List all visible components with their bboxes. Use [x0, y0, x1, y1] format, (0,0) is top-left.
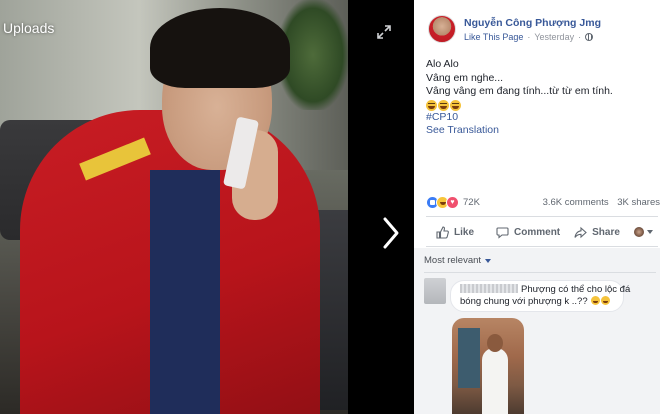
post-photo[interactable] — [0, 0, 348, 414]
photo-viewer: Uploads — [0, 0, 414, 414]
post-header: Nguyễn Công Phượng Jmg Like This Page · … — [428, 14, 601, 44]
post-line-3: Vâng vâng em đang tính...từ từ em tính. — [426, 85, 613, 97]
hashtag-link[interactable]: #CP10 — [426, 111, 652, 125]
comment-photo[interactable] — [452, 318, 524, 414]
divider — [426, 246, 658, 247]
author-block: Nguyễn Công Phượng Jmg Like This Page · … — [464, 17, 601, 42]
audience-selector[interactable] — [633, 227, 653, 237]
share-count[interactable]: 3K shares — [617, 197, 660, 208]
comment-count[interactable]: 3.6K comments — [543, 197, 609, 208]
globe-icon — [585, 32, 594, 41]
comments-section: Most relevant Phượng có thể cho lộc đá b… — [414, 248, 660, 414]
grin-emoji-icon — [591, 296, 601, 305]
comment-text-1: Phượng có thể cho lộc đá — [521, 284, 631, 295]
share-button[interactable]: Share — [574, 226, 620, 239]
comment-photo-door — [458, 328, 480, 388]
divider — [424, 272, 656, 273]
author-name[interactable]: Nguyễn Công Phượng Jmg — [464, 17, 601, 29]
photo-hair — [150, 8, 290, 88]
meta-separator-2: · — [578, 31, 582, 42]
comment-sort-label: Most relevant — [424, 255, 482, 266]
comment-sort-dropdown[interactable]: Most relevant — [424, 255, 492, 266]
album-label[interactable]: Uploads — [3, 20, 54, 36]
laughing-emoji-icon — [438, 99, 449, 111]
post-line-1: Alo Alo — [426, 58, 459, 70]
post-time[interactable]: Yesterday — [534, 32, 574, 42]
like-button[interactable]: Like — [436, 225, 475, 239]
see-translation-link[interactable]: See Translation — [426, 124, 652, 138]
laughing-emoji-icon — [450, 99, 461, 111]
reaction-count[interactable]: 72K — [463, 197, 480, 208]
post-actions: Like Comment Share — [426, 221, 660, 243]
thumbs-up-icon — [436, 225, 449, 239]
comment-line-2: bóng chung với phượng k ..?? — [460, 296, 615, 308]
chevron-down-icon — [485, 258, 492, 263]
redacted-name[interactable] — [460, 284, 518, 293]
comment-photo-face — [487, 334, 503, 352]
post-panel: Nguyễn Công Phượng Jmg Like This Page · … — [414, 0, 660, 414]
comment-photo-person — [482, 348, 508, 414]
share-label: Share — [592, 226, 620, 238]
reactions-bar: 72K 3.6K comments 3K shares — [426, 194, 660, 210]
chevron-right-icon[interactable] — [380, 216, 402, 250]
engagement-counts: 3.6K comments 3K shares — [537, 197, 660, 208]
grin-emoji-icon — [601, 296, 611, 305]
like-label: Like — [454, 226, 475, 238]
comment-button[interactable]: Comment — [496, 226, 560, 239]
share-arrow-icon — [574, 226, 587, 238]
comment-text-2: bóng chung với phượng k ..?? — [460, 296, 588, 307]
commenter-avatar[interactable] — [424, 278, 446, 304]
comment-bubble: Phượng có thể cho lộc đá bóng chung với … — [450, 280, 630, 312]
photo-navy-shirt — [150, 170, 220, 414]
comment-label: Comment — [514, 226, 561, 238]
post-line-2: Vâng em nghe... — [426, 71, 504, 84]
chevron-down-icon — [646, 230, 653, 234]
speech-bubble-icon — [496, 226, 509, 239]
post-meta: Like This Page · Yesterday · — [464, 32, 601, 42]
divider — [426, 216, 658, 217]
reaction-icons[interactable] — [426, 195, 459, 209]
expand-arrows-icon[interactable] — [376, 24, 392, 40]
post-body: Alo Alo Vâng em nghe... Vâng vâng em đan… — [426, 58, 652, 138]
user-avatar-icon — [633, 227, 644, 237]
like-page-link[interactable]: Like This Page — [464, 32, 523, 42]
author-avatar[interactable] — [428, 15, 456, 43]
meta-separator: · — [527, 31, 531, 42]
post-emojis — [426, 99, 652, 111]
love-reaction-icon — [446, 195, 459, 209]
laughing-emoji-icon — [426, 99, 437, 111]
comment-line-1: Phượng có thể cho lộc đá — [460, 284, 630, 296]
